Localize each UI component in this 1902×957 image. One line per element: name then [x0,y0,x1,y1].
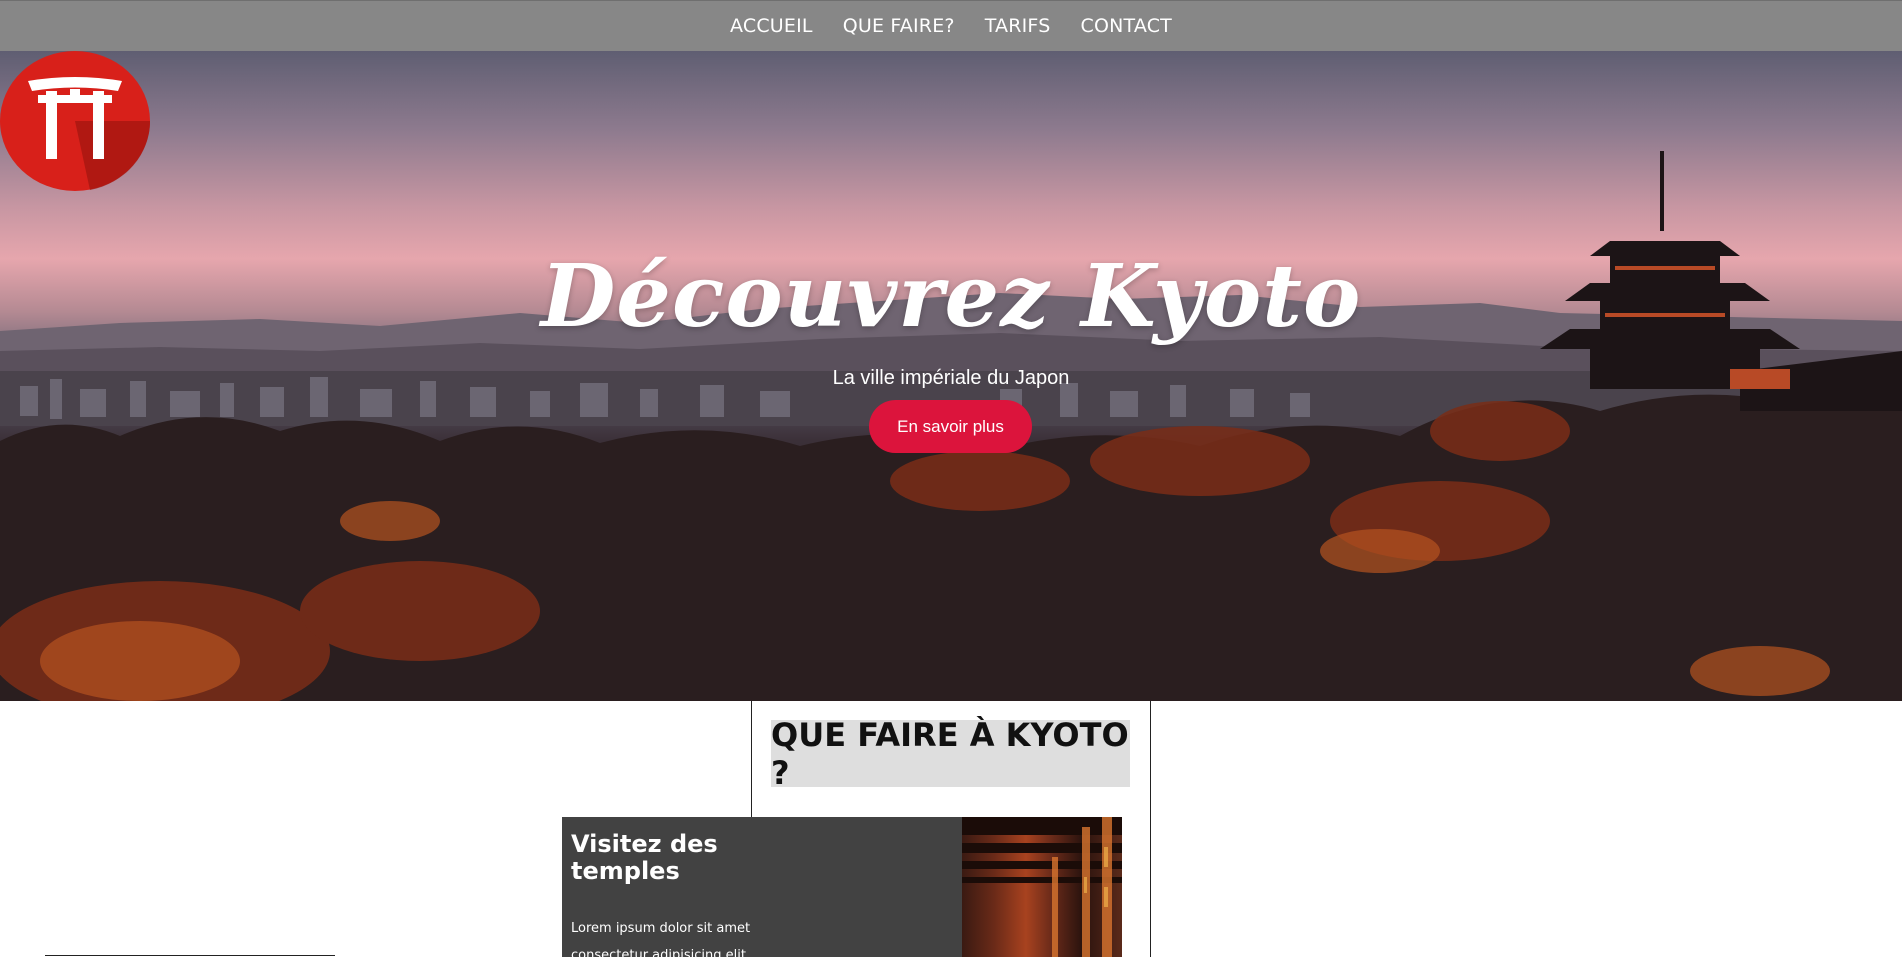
nav-item-accueil[interactable]: ACCUEIL [730,15,813,37]
hero-subtitle: La ville impériale du Japon [832,367,1070,389]
nav-item-contact[interactable]: CONTACT [1080,15,1172,37]
temple-photo-graphic [962,817,1122,957]
activity-card[interactable]: Visitez des temples Lorem ipsum dolor si… [562,817,1122,957]
card-title: Visitez des temples [571,830,718,885]
torii-gate-icon [0,51,150,191]
hero-title: Découvrez Kyoto [540,246,1362,347]
nav-item-tarifs[interactable]: TARIFS [985,15,1051,37]
page: ACCUEIL QUE FAIRE? TARIFS CONTACT Découv… [0,0,1902,957]
top-nav: ACCUEIL QUE FAIRE? TARIFS CONTACT [0,0,1902,51]
divider-line [45,955,335,956]
nav-item-que-faire[interactable]: QUE FAIRE? [843,15,955,37]
card-text: Lorem ipsum dolor sit amet consectetur a… [571,921,751,957]
hero-banner: Découvrez Kyoto La ville impériale du Ja… [0,51,1902,701]
section-title: QUE FAIRE À KYOTO ? [771,715,1130,792]
hero-content: Découvrez Kyoto La ville impériale du Ja… [0,51,1902,701]
temple-photo [962,817,1122,957]
learn-more-button[interactable]: En savoir plus [869,400,1032,453]
